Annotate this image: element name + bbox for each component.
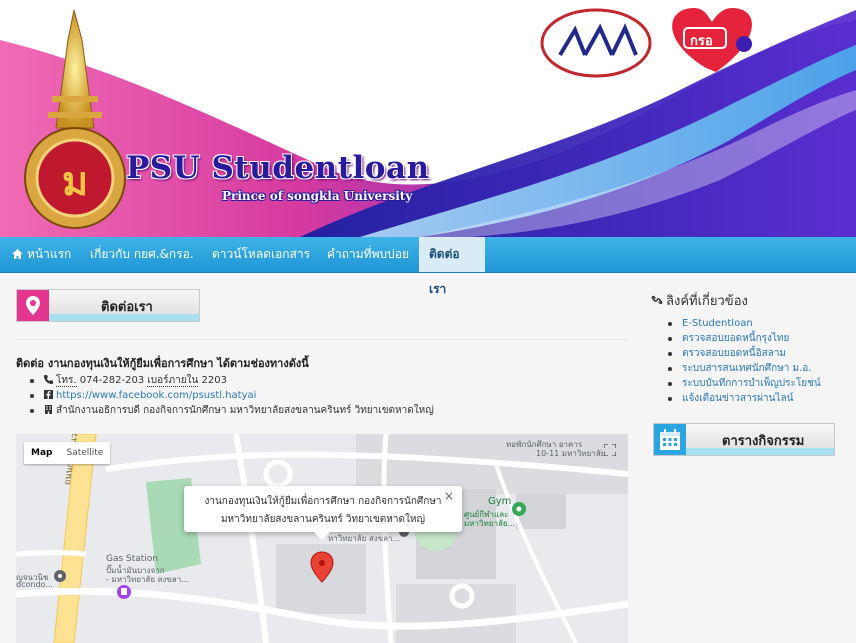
map-label-gas-sub2: - มหาวิทยาลัย สงขลา... [106, 575, 189, 584]
nav-home-label: หน้าแรก [27, 247, 72, 261]
home-icon [12, 249, 23, 259]
map-info-window: งานกองทุนเงินให้กู้ยืมเพื่อการศึกษา กองก… [184, 486, 462, 540]
list-item: ระบบสารสนเทศนักศึกษา ม.อ. [668, 361, 821, 376]
list-item: แจ้งเตือนข่าวสารผ่านไลน์ [668, 391, 821, 406]
gym-pin-icon [512, 502, 526, 516]
phone-label: โทร. [56, 375, 77, 387]
nav-download[interactable]: ดาวน์โหลดเอกสาร [202, 237, 320, 272]
kro-logo-text: กรอ [690, 34, 713, 49]
ext-number: 2203 [201, 375, 227, 386]
link-student-info[interactable]: ระบบสารสนเทศนักศึกษา ม.อ. [682, 363, 811, 374]
link-ktb-debt[interactable]: ตรวจสอบยอดหนี้กรุงไทย [682, 333, 789, 344]
link-e-studentloan[interactable]: E-Studentloan [682, 318, 753, 329]
left-pin-icon [54, 570, 66, 582]
google-map[interactable]: หอพักนักศึกษา อาคาร 10-11 มหาวิทยาลัย Gy… [16, 434, 628, 643]
map-label-gym: Gym [488, 496, 512, 507]
map-label-left2: dcondo... [16, 580, 53, 589]
contact-section-banner: ติดต่อเรา [16, 289, 200, 322]
contact-facebook: https://www.facebook.com/psustl.hatyai [30, 388, 434, 403]
list-item: E-Studentloan [668, 316, 821, 331]
info-window-line1: งานกองทุนเงินให้กู้ยืมเพื่อการศึกษา กองก… [204, 496, 442, 507]
list-item: ตรวจสอบยอดหนี้อิสลาม [668, 346, 821, 361]
nav-home[interactable]: หน้าแรก [2, 237, 81, 272]
facebook-icon [44, 390, 53, 399]
nav-about[interactable]: เกี่ยวกับ กยศ.&กรอ. [80, 237, 204, 272]
map-label-gym-sub2: มหาวิทยาลัย... [464, 519, 516, 528]
phone-number: 074-282-203 [79, 375, 145, 386]
map-type-map-button[interactable]: Map [24, 442, 59, 464]
list-item: ตรวจสอบยอดหนี้กรุงไทย [668, 331, 821, 346]
contact-phone: โทร. 074-282-203 เบอร์ภายใน 2203 [30, 373, 434, 388]
calendar-label: ตารางกิจกรรม [722, 434, 805, 449]
ext-label: เบอร์ภายใน [147, 375, 199, 387]
map-label-dorm2: 10-11 มหาวิทยาลัย [536, 449, 606, 458]
contact-address: สำนักงานอธิการบดี กองกิจการนักศึกษา มหาว… [30, 403, 434, 418]
link-icon [651, 295, 663, 305]
main-navbar: หน้าแรก เกี่ยวกับ กยศ.&กรอ. ดาวน์โหลดเอก… [0, 237, 856, 296]
phone-icon [44, 375, 53, 384]
fullscreen-icon[interactable] [604, 444, 616, 456]
header-banner: ม PSU Studentloan Prince of songkla Univ… [0, 0, 856, 237]
contact-intro: ติดต่อ งานกองทุนเงินให้กู้ยืมเพื่อการศึก… [16, 357, 309, 370]
link-islamic-debt[interactable]: ตรวจสอบยอดหนี้อิสลาม [682, 348, 786, 359]
site-title: PSU Studentloan [126, 150, 430, 186]
map-label-campus: หาวิทยาลัย สงขลา... [328, 534, 401, 543]
related-links-title: ลิงค์ที่เกี่ยวข้อง [651, 290, 748, 311]
nav-contact[interactable]: ติดต่อเรา [419, 237, 485, 296]
calendar-icon [654, 424, 686, 455]
banner-artwork: ม [0, 0, 856, 237]
link-volunteer[interactable]: ระบบบันทึกการบำเพ็ญประโยชน์ [682, 378, 821, 389]
gas-pin-icon [117, 585, 131, 599]
related-links-label: ลิงค์ที่เกี่ยวข้อง [666, 294, 748, 309]
calendar-banner[interactable]: ตารางกิจกรรม [653, 423, 835, 456]
building-icon [45, 405, 52, 414]
list-item: ระบบบันทึกการบำเพ็ญประโยชน์ [668, 376, 821, 391]
info-window-line2: มหาวิทยาลัยสงขลานครินทร์ วิทยาเขตหาดใหญ่ [220, 514, 426, 525]
map-label-gas: Gas Station [106, 554, 159, 564]
nav-faq[interactable]: คำถามที่พบบ่อย [317, 237, 419, 272]
divider [16, 339, 628, 340]
info-window-close-icon[interactable]: × [444, 489, 454, 503]
link-line-notify[interactable]: แจ้งเตือนข่าวสารผ่านไลน์ [682, 393, 793, 404]
contact-list: โทร. 074-282-203 เบอร์ภายใน 2203 https:/… [30, 373, 434, 418]
related-links-list: E-Studentloan ตรวจสอบยอดหนี้กรุงไทย ตรวจ… [668, 316, 821, 406]
map-type-satellite-button[interactable]: Satellite [59, 442, 110, 464]
address-text: สำนักงานอธิการบดี กองกิจการนักศึกษา มหาว… [56, 405, 434, 416]
facebook-link[interactable]: https://www.facebook.com/psustl.hatyai [56, 390, 256, 401]
site-subtitle: Prince of songkla University [222, 189, 413, 203]
kys-logo [540, 8, 652, 78]
map-type-control: Map Satellite [24, 442, 111, 464]
location-icon [17, 290, 49, 321]
svg-text:ม: ม [62, 158, 88, 205]
contact-section-label: ติดต่อเรา [101, 300, 153, 315]
